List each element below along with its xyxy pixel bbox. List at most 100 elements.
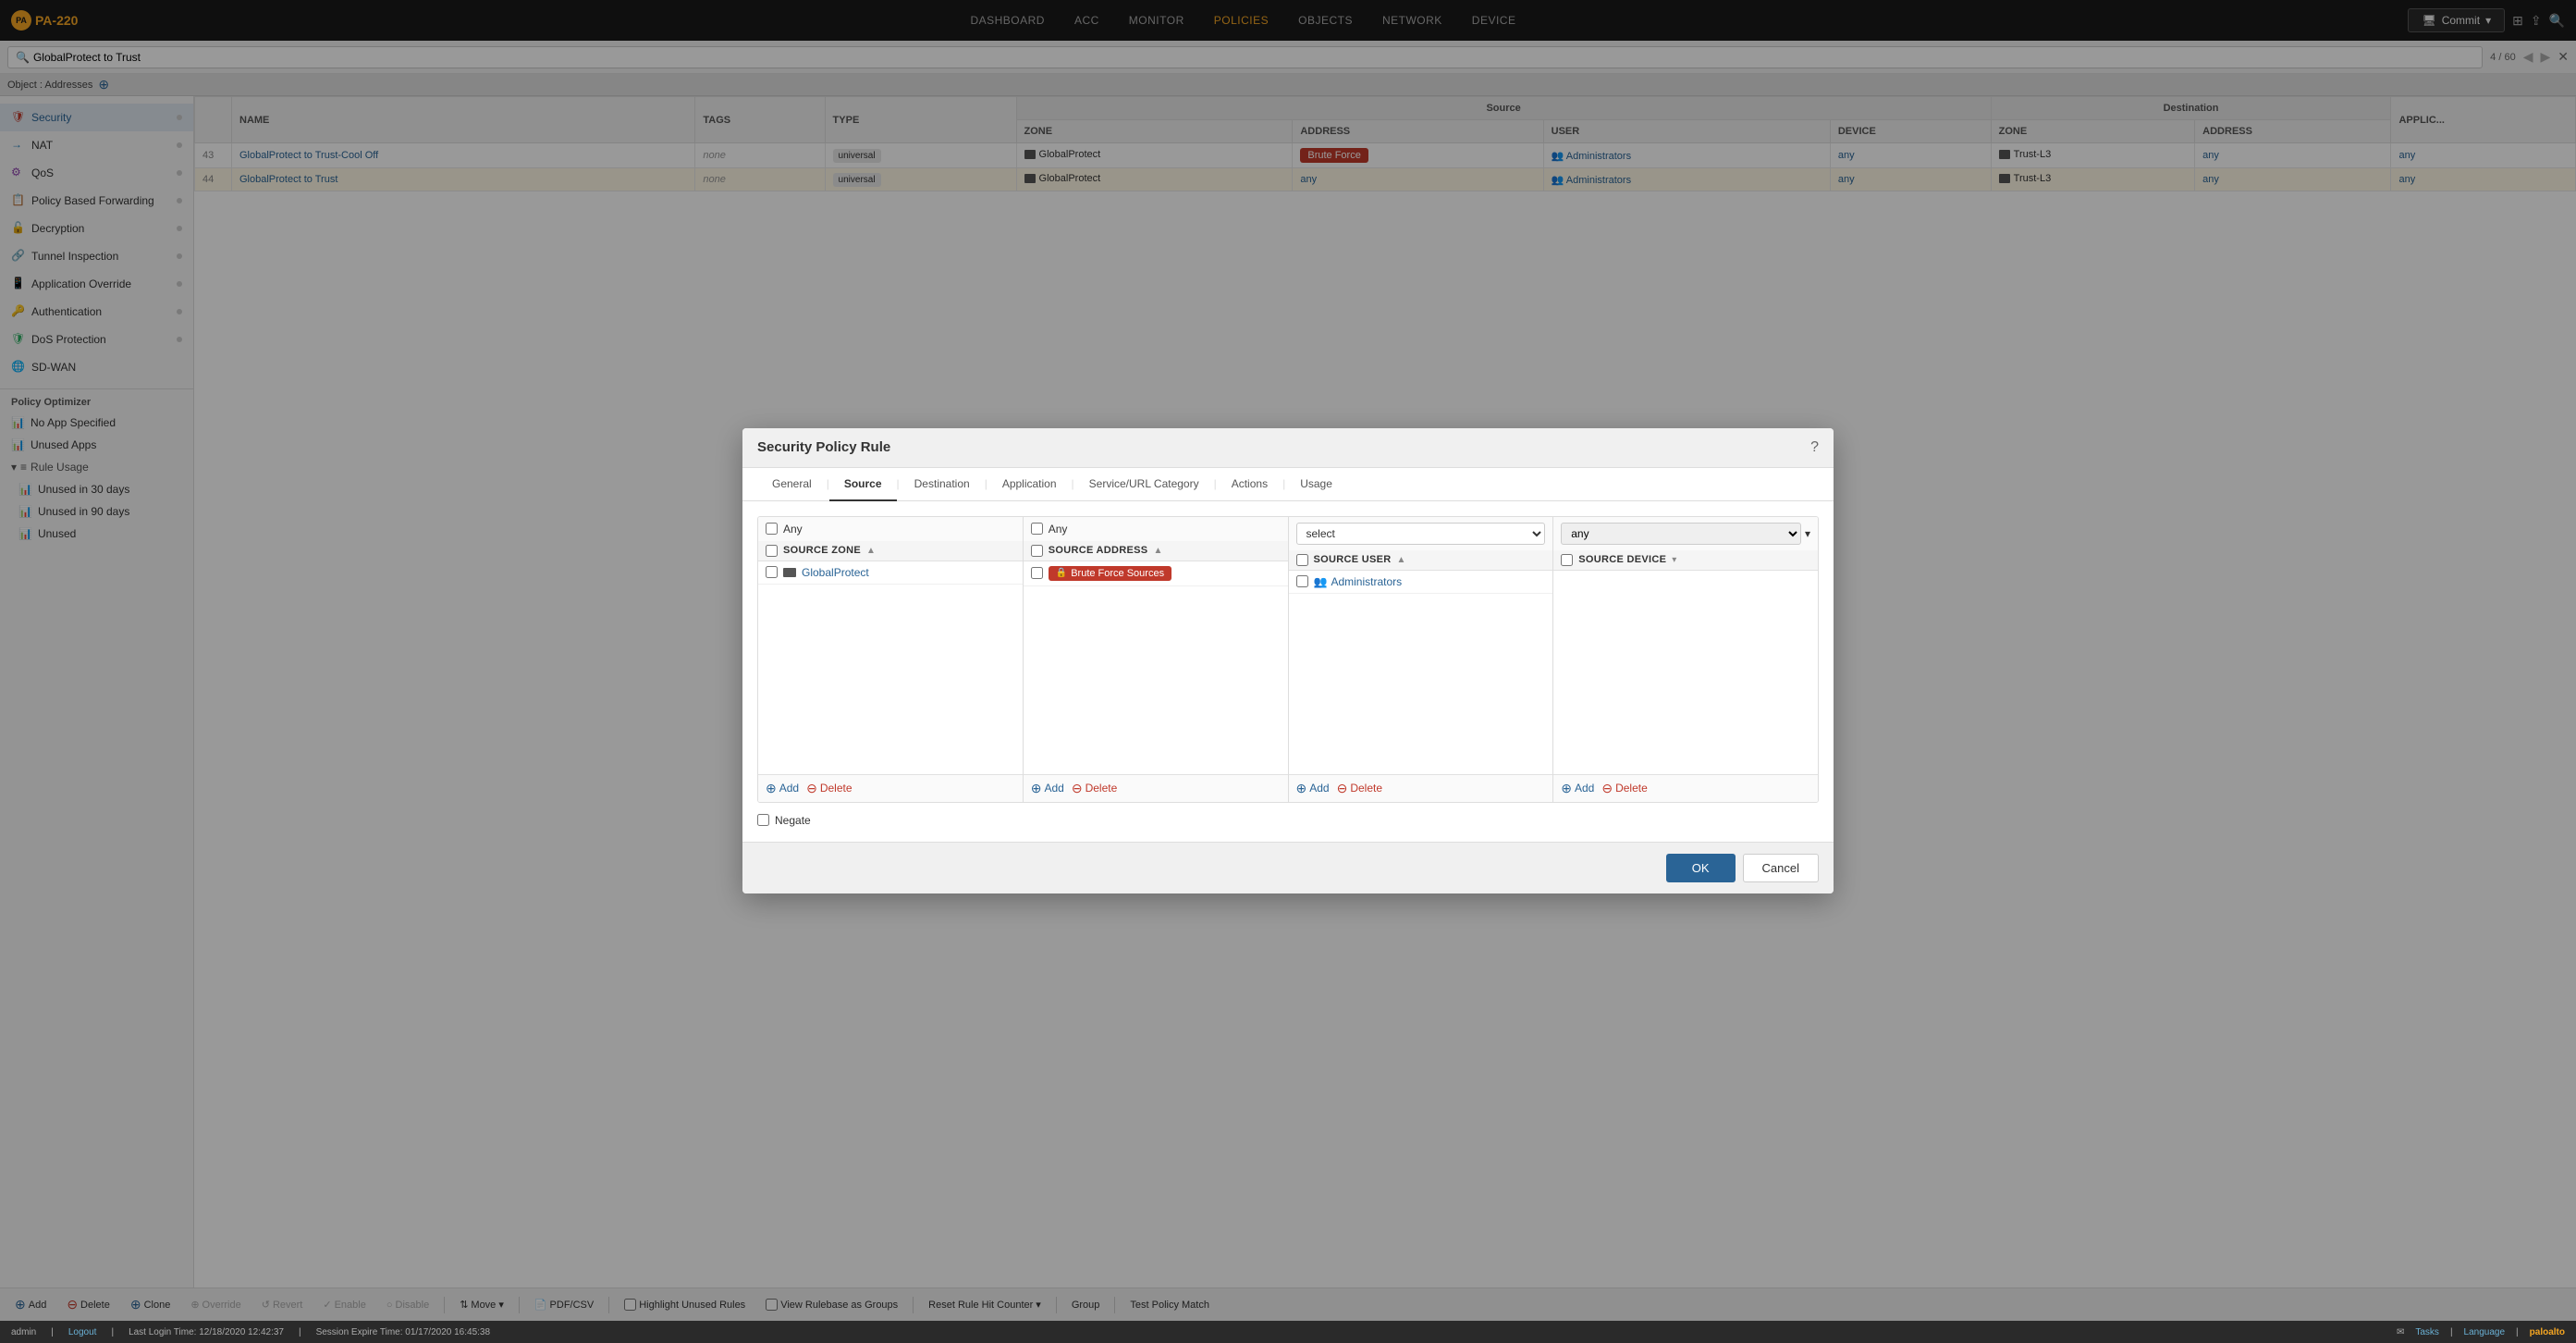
device-header-left: SOURCE DEVICE ▾	[1561, 554, 1676, 566]
status-sep-4: |	[2450, 1327, 2453, 1337]
device-dropdown-row: any ▾	[1553, 517, 1818, 550]
administrators-item[interactable]: 👥 Administrators	[1314, 575, 1403, 588]
status-last-login: Last Login Time: 12/18/2020 12:42:37	[129, 1327, 284, 1337]
device-add-icon: ⊕	[1561, 781, 1572, 796]
address-panel-title: SOURCE ADDRESS	[1049, 545, 1148, 556]
address-item-cb[interactable]	[1031, 567, 1043, 579]
address-any-label: Any	[1049, 523, 1068, 536]
tab-application[interactable]: Application	[987, 468, 1072, 501]
zone-item-globalprotect[interactable]: GlobalProtect	[758, 561, 1023, 585]
status-logout[interactable]: Logout	[68, 1327, 97, 1337]
modal-cancel-button[interactable]: Cancel	[1743, 854, 1819, 882]
zone-item-cb[interactable]	[766, 566, 778, 578]
zone-any-checkbox[interactable]	[766, 523, 778, 535]
modal-footer: OK Cancel	[742, 842, 1834, 893]
admin-name[interactable]: Administrators	[1331, 575, 1402, 588]
status-sep-3: |	[299, 1327, 301, 1337]
zone-flag-icon	[783, 568, 796, 577]
address-header-row: SOURCE ADDRESS ▲	[1024, 541, 1288, 561]
status-language[interactable]: Language	[2464, 1327, 2506, 1337]
device-sort-icon[interactable]: ▾	[1672, 555, 1676, 565]
source-user-panel: select SOURCE USER ▲	[1289, 517, 1553, 802]
device-add-link[interactable]: ⊕ Add	[1561, 781, 1594, 796]
status-email-icon: ✉	[2397, 1327, 2404, 1337]
brute-force-tag: 🔒 Brute Force Sources	[1049, 566, 1171, 581]
address-sort-icon[interactable]: ▲	[1153, 546, 1162, 556]
user-add-icon: ⊕	[1296, 781, 1307, 796]
address-del-icon: ⊖	[1072, 781, 1083, 796]
device-header-checkbox[interactable]	[1561, 554, 1573, 566]
address-add-link[interactable]: ⊕ Add	[1031, 781, 1064, 796]
status-session: Session Expire Time: 01/17/2020 16:45:38	[316, 1327, 490, 1337]
user-item-administrators[interactable]: 👥 Administrators	[1289, 571, 1553, 594]
zone-header-left: SOURCE ZONE ▲	[766, 545, 876, 557]
status-right: ✉ Tasks | Language | paloalto	[2397, 1327, 2565, 1337]
status-sep-2: |	[111, 1327, 114, 1337]
address-footer: ⊕ Add ⊖ Delete	[1024, 774, 1288, 802]
tab-general[interactable]: General	[757, 468, 827, 501]
user-list: 👥 Administrators	[1289, 571, 1553, 774]
tab-actions[interactable]: Actions	[1217, 468, 1282, 501]
status-bar: admin | Logout | Last Login Time: 12/18/…	[0, 1321, 2576, 1343]
admin-icon: 👥	[1314, 575, 1328, 588]
modal-title: Security Policy Rule	[757, 439, 890, 455]
address-header-checkbox[interactable]	[1031, 545, 1043, 557]
tab-destination[interactable]: Destination	[900, 468, 985, 501]
status-tasks[interactable]: Tasks	[2415, 1327, 2439, 1337]
modal-help-icon[interactable]: ?	[1810, 439, 1819, 456]
user-sort-icon[interactable]: ▲	[1396, 555, 1405, 565]
device-del-icon: ⊖	[1601, 781, 1613, 796]
tab-usage[interactable]: Usage	[1285, 468, 1347, 501]
zone-delete-link[interactable]: ⊖ Delete	[806, 781, 852, 796]
tab-source[interactable]: Source	[829, 468, 897, 501]
user-add-link[interactable]: ⊕ Add	[1296, 781, 1330, 796]
address-add-icon: ⊕	[1031, 781, 1042, 796]
zone-panel-title: SOURCE ZONE	[783, 545, 861, 556]
address-delete-link[interactable]: ⊖ Delete	[1072, 781, 1117, 796]
zone-header-checkbox[interactable]	[766, 545, 778, 557]
zone-any-row: Any	[758, 517, 1023, 541]
brute-force-icon: 🔒	[1056, 568, 1067, 578]
device-header-row: SOURCE DEVICE ▾	[1553, 550, 1818, 571]
status-user: admin	[11, 1327, 36, 1337]
user-item-cb[interactable]	[1296, 575, 1308, 587]
modal-content: Any SOURCE ZONE ▲ GlobalProtec	[742, 501, 1834, 842]
modal-ok-button[interactable]: OK	[1666, 854, 1736, 882]
zone-list: GlobalProtect	[758, 561, 1023, 774]
zone-sort-icon[interactable]: ▲	[866, 546, 876, 556]
zone-any-label: Any	[783, 523, 803, 536]
user-delete-link[interactable]: ⊖ Delete	[1337, 781, 1382, 796]
modal-header: Security Policy Rule ?	[742, 428, 1834, 468]
security-policy-modal: Security Policy Rule ? General | Source …	[742, 428, 1834, 893]
negate-label: Negate	[775, 814, 811, 827]
address-any-row: Any	[1024, 517, 1288, 541]
address-any-checkbox[interactable]	[1031, 523, 1043, 535]
zone-name[interactable]: GlobalProtect	[802, 566, 869, 579]
zone-add-icon: ⊕	[766, 781, 777, 796]
modal-tabs: General | Source | Destination | Applica…	[742, 468, 1834, 501]
user-footer: ⊕ Add ⊖ Delete	[1289, 774, 1553, 802]
status-brand: paloalto	[2530, 1327, 2565, 1337]
modal-overlay: Security Policy Rule ? General | Source …	[0, 0, 2576, 1321]
user-select[interactable]: select	[1296, 523, 1546, 545]
user-header-checkbox[interactable]	[1296, 554, 1308, 566]
source-zone-panel: Any SOURCE ZONE ▲ GlobalProtec	[758, 517, 1023, 802]
device-select[interactable]: any	[1561, 523, 1801, 545]
device-delete-link[interactable]: ⊖ Delete	[1601, 781, 1647, 796]
zone-add-link[interactable]: ⊕ Add	[766, 781, 799, 796]
device-panel-title: SOURCE DEVICE	[1578, 554, 1666, 565]
user-panel-title: SOURCE USER	[1314, 554, 1392, 565]
status-sep-1: |	[51, 1327, 54, 1337]
source-device-panel: any ▾ SOURCE DEVICE ▾	[1553, 517, 1818, 802]
zone-header-row: SOURCE ZONE ▲	[758, 541, 1023, 561]
negate-checkbox[interactable]	[757, 814, 769, 826]
source-grid: Any SOURCE ZONE ▲ GlobalProtec	[757, 516, 1819, 803]
device-footer: ⊕ Add ⊖ Delete	[1553, 774, 1818, 802]
user-select-row: select	[1289, 517, 1553, 550]
tab-service-url[interactable]: Service/URL Category	[1074, 468, 1214, 501]
device-dropdown-arrow: ▾	[1805, 527, 1810, 540]
negate-row: Negate	[757, 803, 1819, 827]
address-item-brute-force[interactable]: 🔒 Brute Force Sources	[1024, 561, 1288, 586]
zone-del-icon: ⊖	[806, 781, 817, 796]
status-sep-5: |	[2516, 1327, 2519, 1337]
